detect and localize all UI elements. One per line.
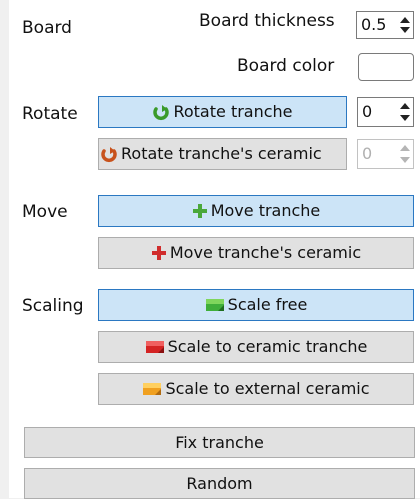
move-ceramic-button[interactable]: Move tranche's ceramic bbox=[98, 237, 414, 269]
board-thickness-spinbox[interactable]: 0.5 bbox=[356, 11, 414, 39]
rotate-ceramic-spinbox[interactable]: 0 bbox=[357, 139, 414, 169]
spin-arrows-icon[interactable] bbox=[399, 14, 411, 36]
board-color-swatch[interactable] bbox=[358, 53, 414, 81]
rotate-section-label: Rotate bbox=[22, 104, 78, 124]
move-ceramic-label: Move tranche's ceramic bbox=[169, 243, 362, 262]
random-label: Random bbox=[186, 473, 253, 493]
scaling-section-label: Scaling bbox=[22, 296, 84, 316]
rotate-ceramic-label: Rotate tranche's ceramic bbox=[121, 144, 322, 163]
rotate-ceramic-value[interactable]: 0 bbox=[362, 144, 372, 164]
rotate-tranche-spinbox[interactable]: 0 bbox=[357, 97, 414, 127]
board-section-label: Board bbox=[22, 18, 72, 38]
rotate-tranche-button[interactable]: Rotate tranche bbox=[98, 96, 347, 128]
board-color-label: Board color bbox=[237, 56, 335, 76]
tranche-tools-panel: Board Board thickness 0.5 Board color Ro… bbox=[9, 0, 420, 499]
random-button[interactable]: Random bbox=[24, 468, 415, 499]
spin-arrows-icon[interactable] bbox=[399, 100, 411, 124]
scale-external-label: Scale to external ceramic bbox=[165, 379, 370, 398]
move-green-icon bbox=[192, 204, 207, 218]
scale-free-label: Scale free bbox=[227, 295, 308, 314]
scale-green-icon bbox=[205, 299, 224, 311]
move-red-icon bbox=[151, 246, 166, 260]
move-section-label: Move bbox=[22, 202, 68, 222]
move-tranche-label: Move tranche bbox=[210, 201, 321, 220]
board-thickness-label: Board thickness bbox=[199, 11, 335, 31]
scale-red-icon bbox=[145, 341, 164, 353]
fix-tranche-label: Fix tranche bbox=[175, 432, 264, 452]
scale-ceramic-label: Scale to ceramic tranche bbox=[167, 337, 368, 356]
move-tranche-button[interactable]: Move tranche bbox=[98, 195, 414, 227]
scale-ceramic-button[interactable]: Scale to ceramic tranche bbox=[98, 331, 414, 363]
scale-orange-icon bbox=[143, 383, 162, 395]
board-thickness-value[interactable]: 0.5 bbox=[361, 15, 386, 35]
rotate-ceramic-button[interactable]: Rotate tranche's ceramic bbox=[98, 138, 347, 170]
rotate-orange-icon bbox=[101, 147, 117, 162]
scale-free-button[interactable]: Scale free bbox=[98, 289, 414, 321]
fix-tranche-button[interactable]: Fix tranche bbox=[24, 427, 415, 458]
scale-external-button[interactable]: Scale to external ceramic bbox=[98, 373, 414, 405]
spin-arrows-icon[interactable] bbox=[399, 142, 411, 166]
rotate-green-icon bbox=[153, 105, 170, 120]
rotate-tranche-label: Rotate tranche bbox=[173, 102, 293, 121]
rotate-tranche-value[interactable]: 0 bbox=[362, 102, 372, 122]
